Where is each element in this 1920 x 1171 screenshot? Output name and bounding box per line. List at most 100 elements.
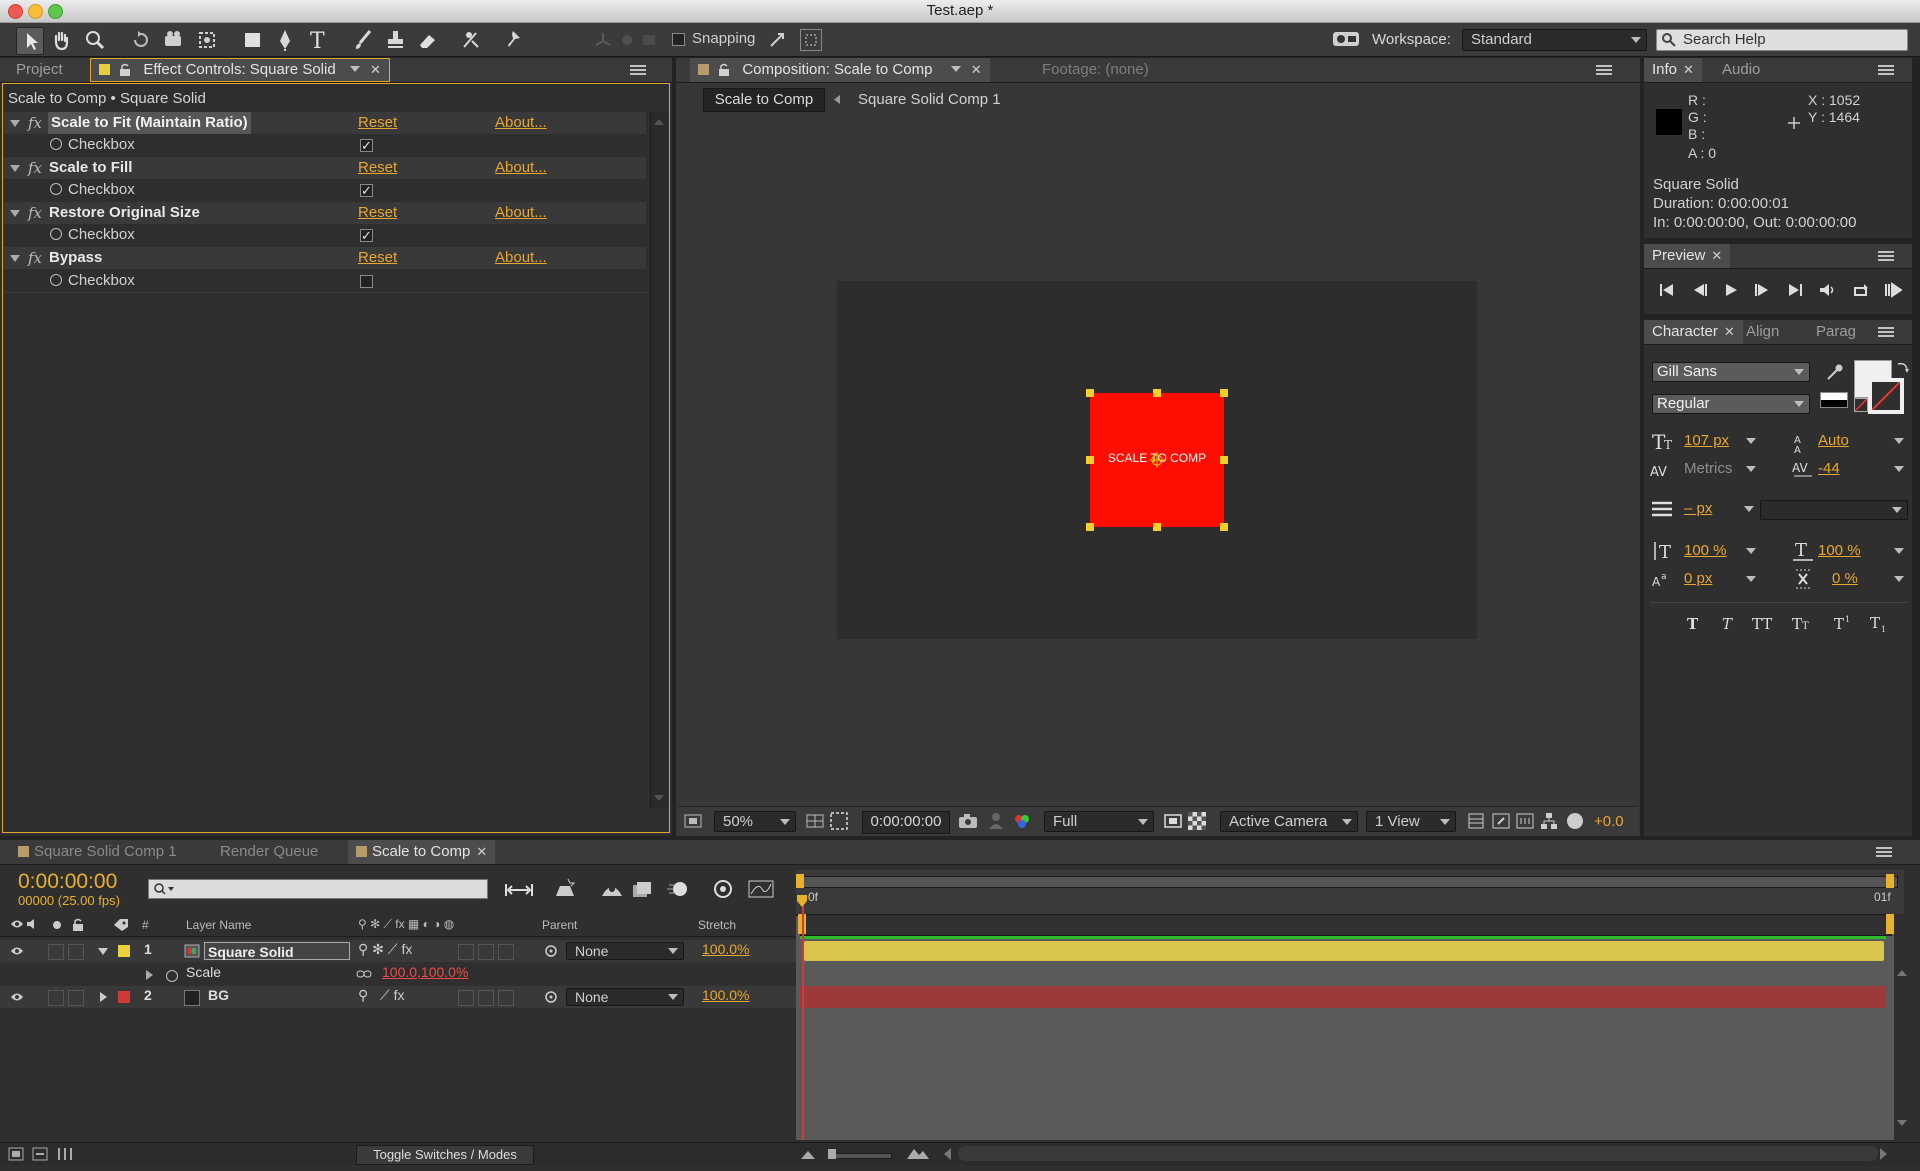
type-tool-icon[interactable]: T [306,27,332,53]
chevron-down-icon[interactable] [1746,548,1756,555]
ram-preview-icon[interactable] [1884,282,1902,298]
font-style-select[interactable]: Regular [1652,394,1810,414]
transform-handle[interactable] [1086,456,1094,464]
switch-box[interactable] [498,990,514,1006]
first-frame-icon[interactable] [1658,282,1676,298]
snap-option-icon[interactable] [768,29,788,49]
close-tab-icon[interactable]: ✕ [1711,248,1722,263]
label-icon[interactable] [112,917,130,931]
resolution-select[interactable]: Full [1044,811,1154,832]
stretch-value[interactable]: 100.0% [702,941,749,957]
eye-icon[interactable] [10,946,24,956]
faux-bold-icon[interactable]: T [1684,614,1702,632]
transform-handle[interactable] [1220,456,1228,464]
fast-previews-icon[interactable] [1492,813,1510,829]
chevron-down-icon[interactable] [1894,576,1904,583]
tab-square-solid-comp-1[interactable]: Square Solid Comp 1 [10,840,185,864]
small-caps-icon[interactable]: TT [1792,614,1814,632]
pick-whip-icon[interactable] [544,944,558,958]
motion-blur-icon[interactable] [666,880,690,898]
timeline-current-time[interactable]: 0:00:00:00 [18,870,117,894]
zoom-slider-thumb[interactable] [828,1149,836,1159]
fx-icon[interactable]: fx [28,247,42,269]
solo-icon[interactable] [52,920,62,930]
timeline-search-input[interactable] [148,879,488,899]
camera-tool-icon[interactable] [160,27,186,53]
header-layer-name[interactable]: Layer Name [186,918,251,932]
panel-menu-icon[interactable] [1596,65,1612,75]
timeline-horizontal-scrollbar[interactable] [958,1146,1878,1161]
flow-current-comp[interactable]: Scale to Comp [703,88,825,112]
extend-snap-icon[interactable] [800,29,822,51]
snapping-checkbox[interactable] [672,33,685,46]
stopwatch-icon[interactable] [166,968,182,984]
work-area-start-handle[interactable] [796,874,804,888]
close-tab-icon[interactable]: ✕ [1683,62,1694,77]
pick-whip-icon[interactable] [544,990,558,1004]
fx-icon[interactable]: fx [28,157,42,179]
stopwatch-icon[interactable] [50,224,66,246]
disclosure-triangle-icon[interactable] [146,970,154,980]
tab-footage[interactable]: Footage: (none) [1034,58,1157,82]
channel-rgb-icon[interactable] [1012,812,1032,830]
expand-layer-switches-icon[interactable] [8,1146,26,1162]
eyedropper-icon[interactable] [1824,362,1844,382]
layer-label-color[interactable] [118,945,130,957]
reset-link[interactable]: Reset [358,202,397,224]
stopwatch-icon[interactable] [50,179,66,201]
rotation-tool-icon[interactable] [128,27,154,53]
no-fill-swatch[interactable] [1854,398,1868,412]
view-layout-select[interactable]: 1 View [1366,811,1456,832]
switch-box[interactable] [478,990,494,1006]
panel-menu-icon[interactable] [1878,65,1894,75]
mask-visibility-icon[interactable] [830,812,848,830]
disclosure-triangle-icon[interactable] [10,255,20,263]
stroke-style-select[interactable] [1760,500,1908,520]
hand-tool-icon[interactable] [48,27,74,53]
work-area-end-handle[interactable] [1886,874,1894,888]
transparency-grid-icon[interactable] [1188,812,1206,830]
fx-icon[interactable]: fx [28,202,42,224]
transform-handle[interactable] [1153,523,1161,531]
show-snapshot-icon[interactable] [988,812,1004,830]
effect-row[interactable]: fx Restore Original Size Reset About... [4,202,646,224]
all-caps-icon[interactable]: TT [1752,614,1778,632]
close-tab-icon[interactable]: ✕ [971,62,982,77]
exposure-value[interactable]: +0.0 [1594,813,1624,830]
playhead-icon[interactable] [796,894,808,908]
faux-italic-icon[interactable]: T [1718,614,1736,632]
layer-2-duration-bar[interactable] [800,986,1886,1008]
flowchart-icon[interactable] [1540,812,1558,830]
zoom-in-mountain-icon[interactable] [906,1146,930,1160]
zoom-tool-icon[interactable] [82,27,108,53]
disclosure-triangle-icon[interactable] [10,210,20,218]
selection-tool-icon[interactable] [16,27,44,55]
work-area-bar[interactable] [796,876,1898,888]
effect-row[interactable]: fx Scale to Fit (Maintain Ratio) Reset A… [4,112,646,134]
stroke-color-swatch[interactable] [1868,378,1904,414]
brainstorm-icon[interactable] [710,879,736,899]
chevron-down-icon[interactable] [349,66,360,73]
roto-brush-tool-icon[interactable] [458,27,484,53]
scale-value[interactable]: 100.0,100.0% [382,964,468,980]
panel-menu-icon[interactable] [1878,327,1894,337]
switch-box[interactable] [458,944,474,960]
toggle-switches-modes-button[interactable]: Toggle Switches / Modes [356,1145,534,1165]
scale-to-fit-checkbox[interactable] [360,135,373,157]
horizontal-scale-value[interactable]: 100 % [1818,542,1861,559]
tab-character[interactable]: Character ✕ [1644,320,1743,344]
tab-preview[interactable]: Preview ✕ [1644,244,1731,268]
always-preview-icon[interactable] [684,813,702,829]
stretch-value[interactable]: 100.0% [702,987,749,1003]
tab-render-queue[interactable]: Render Queue [212,840,326,864]
scroll-left-icon[interactable] [944,1148,952,1160]
layer-name[interactable]: Square Solid [204,942,350,960]
lock-switch[interactable] [68,990,84,1006]
constrain-proportions-icon[interactable] [356,969,372,979]
workspace-toggle-icon[interactable] [1332,30,1360,48]
chevron-down-icon[interactable] [1894,438,1904,445]
layer-row[interactable]: 1 Square Solid ⚲ ✻ ⟋ fx None 100.0% [0,940,796,962]
panel-menu-icon[interactable] [1876,847,1892,857]
reset-link[interactable]: Reset [358,157,397,179]
expand-in-out-icon[interactable] [56,1146,74,1162]
